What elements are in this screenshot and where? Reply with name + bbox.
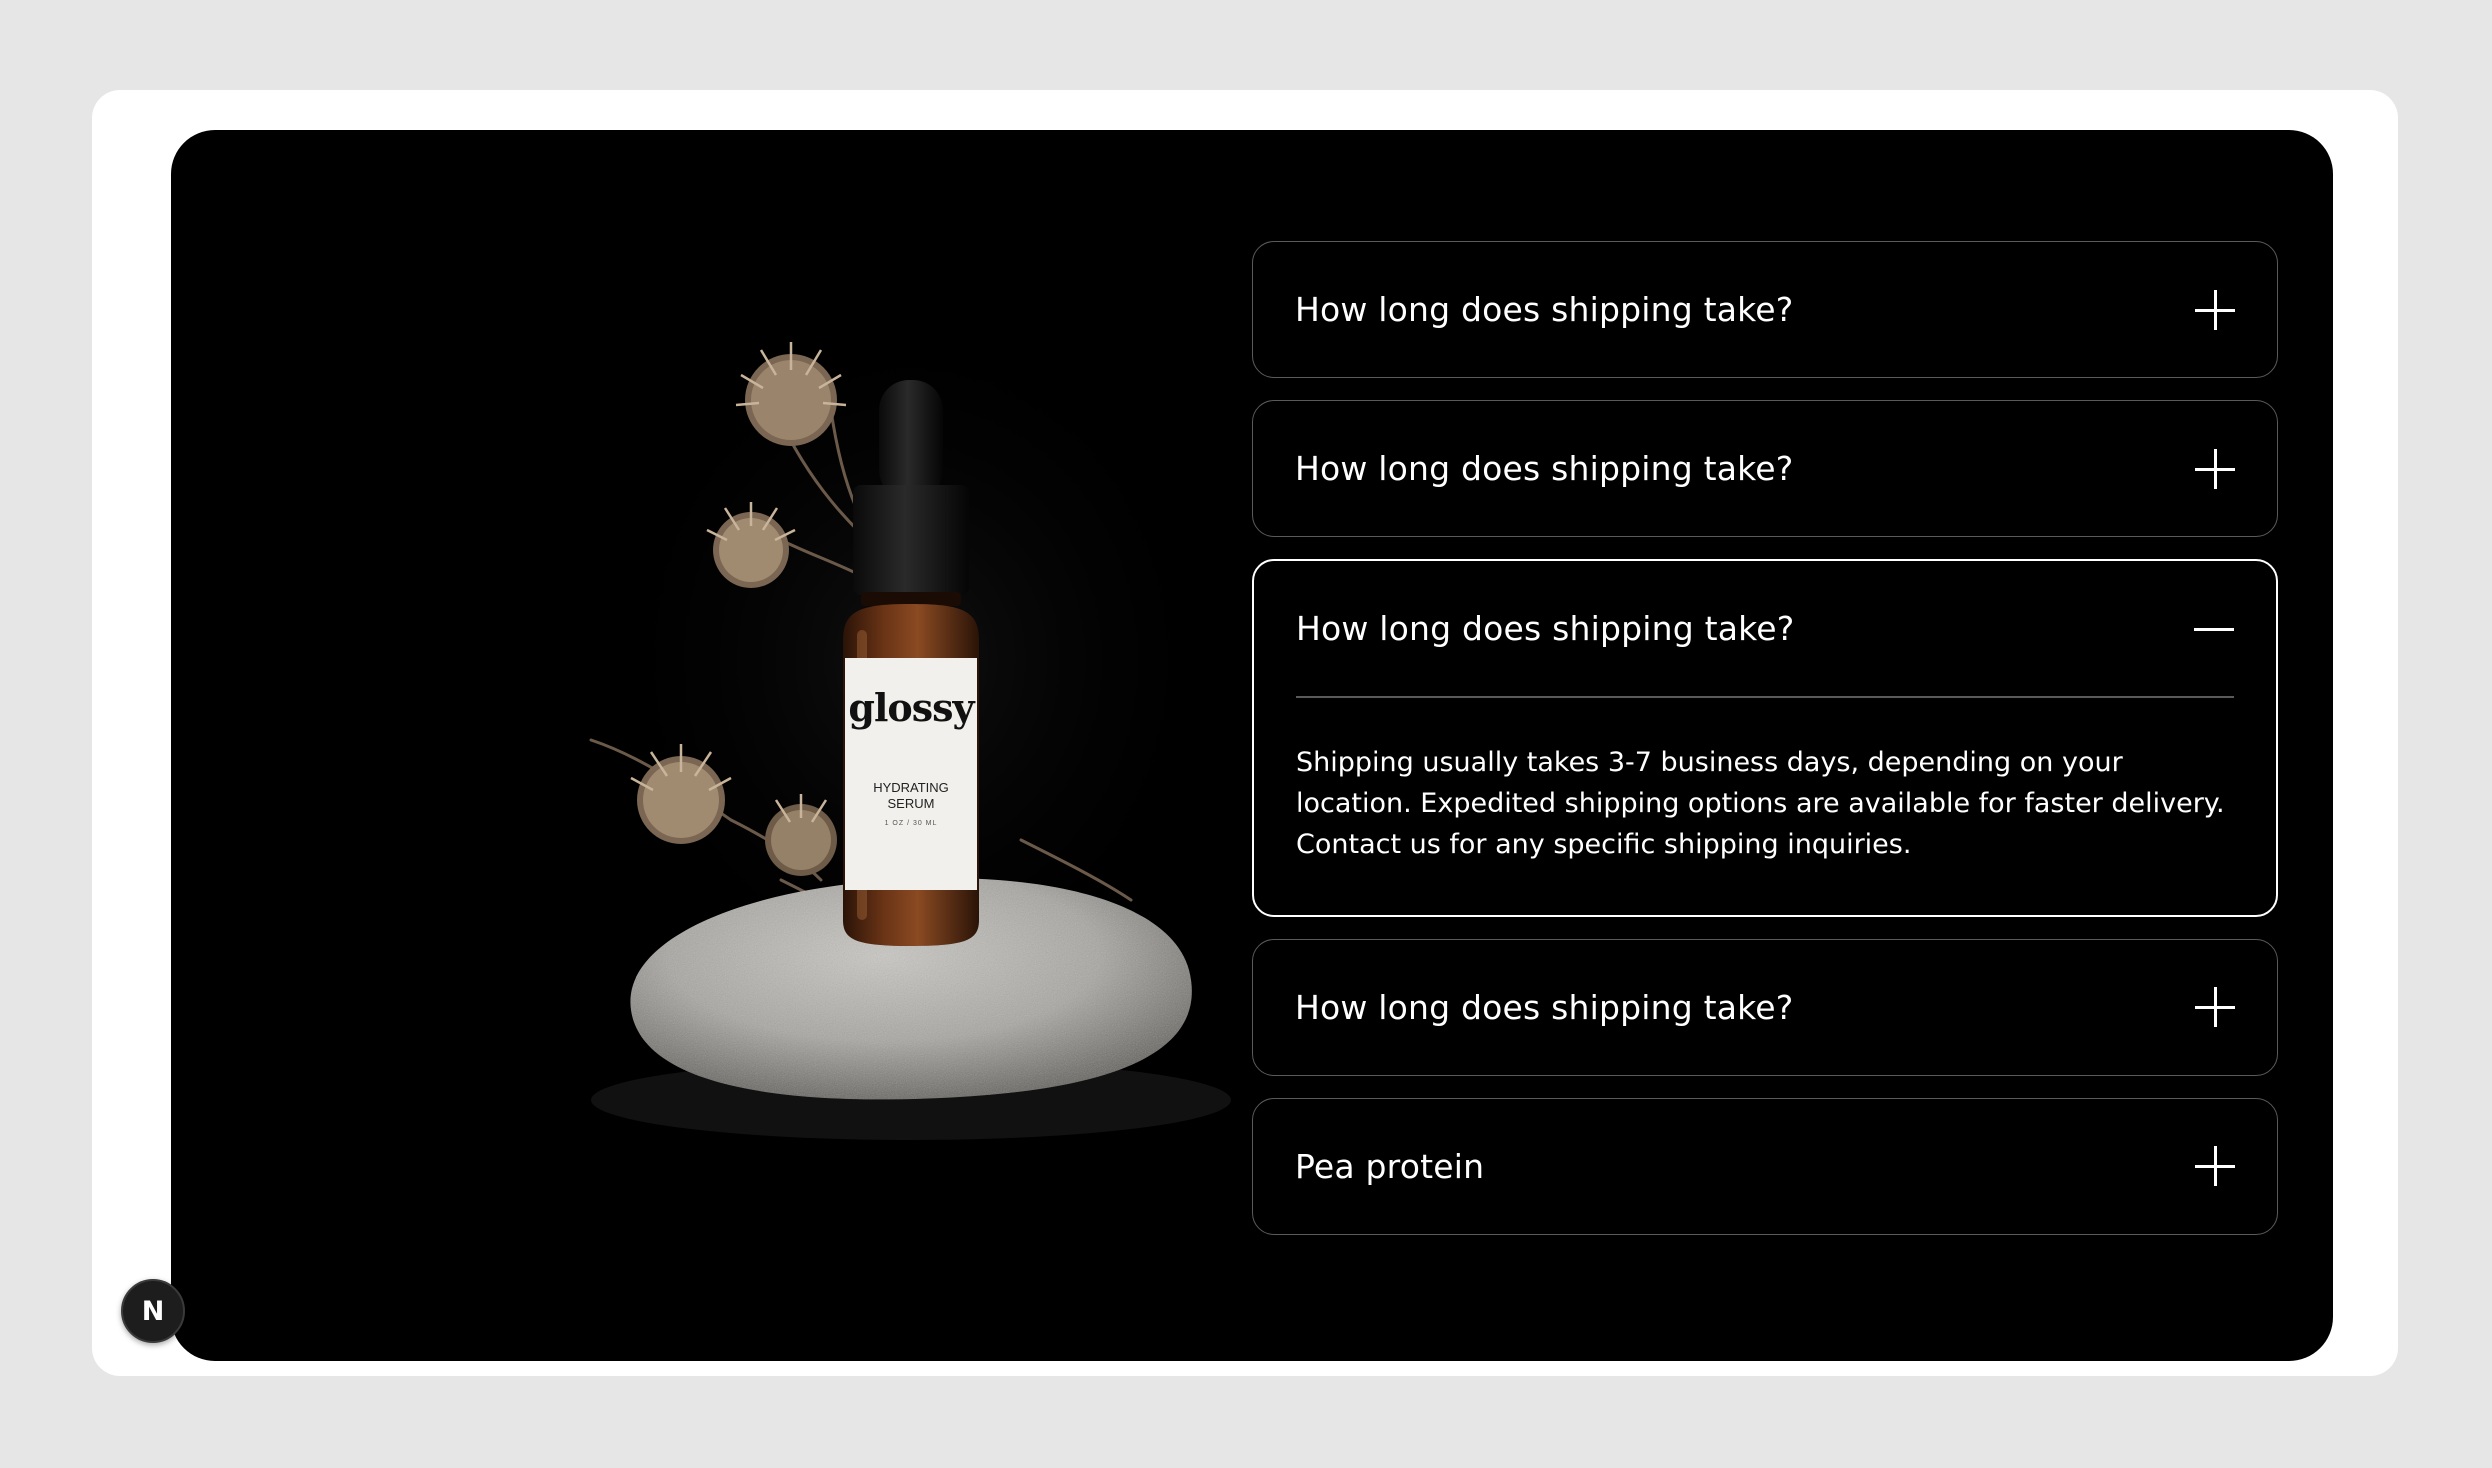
plus-icon[interactable]	[2195, 289, 2235, 330]
faq-item: Pea protein	[1252, 1097, 2278, 1235]
faq-item-header[interactable]: Pea protein	[1253, 1099, 2277, 1234]
faq-item: How long does shipping take?	[1252, 241, 2278, 378]
faq-question: Pea protein	[1295, 1146, 1485, 1186]
product-volume: 1 OZ / 30 ML	[884, 820, 938, 827]
faq-section: glossy HYDRATING SERUM 1 OZ / 30 ML How …	[171, 130, 2333, 1361]
product-image: glossy HYDRATING SERUM 1 OZ / 30 ML	[561, 240, 1261, 1140]
faq-question: How long does shipping take?	[1296, 609, 1795, 648]
faq-accordion: How long does shipping take? How long do…	[1252, 241, 2278, 1257]
faq-item-header[interactable]: How long does shipping take?	[1254, 561, 2276, 696]
product-name: HYDRATING SERUM	[873, 780, 949, 811]
minus-icon[interactable]	[2194, 609, 2234, 649]
faq-item: How long does shipping take?	[1252, 400, 2278, 537]
product-brand: glossy	[848, 685, 974, 730]
plus-icon[interactable]	[2195, 448, 2235, 489]
faq-item-header[interactable]: How long does shipping take?	[1253, 401, 2277, 536]
faq-question: How long does shipping take?	[1295, 290, 1794, 329]
faq-item-header[interactable]: How long does shipping take?	[1253, 940, 2277, 1075]
faq-item: How long does shipping take?	[1252, 938, 2278, 1076]
plus-icon[interactable]	[2195, 987, 2235, 1027]
faq-question: How long does shipping take?	[1295, 449, 1794, 488]
next-dev-badge[interactable]: N	[121, 1279, 185, 1343]
faq-question: How long does shipping take?	[1295, 987, 1794, 1027]
plus-icon[interactable]	[2195, 1146, 2235, 1186]
faq-item-expanded: How long does shipping take? Shipping us…	[1252, 559, 2278, 917]
faq-answer: Shipping usually takes 3-7 business days…	[1296, 746, 2225, 860]
faq-item-header[interactable]: How long does shipping take?	[1253, 242, 2277, 377]
